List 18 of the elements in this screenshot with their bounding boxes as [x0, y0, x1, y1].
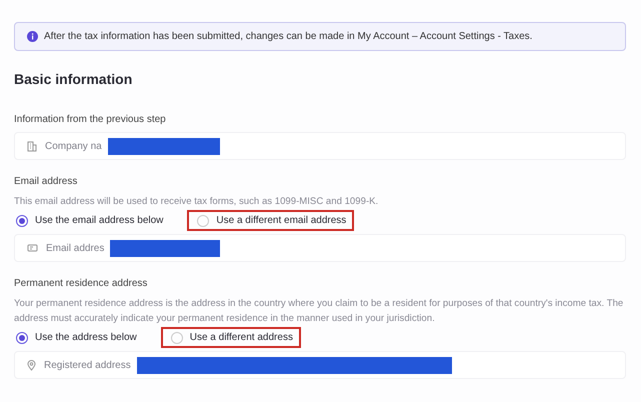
info-icon [27, 31, 38, 42]
group-title: Information from the previous step [14, 113, 167, 127]
input-field[interactable]: Registered address [14, 351, 626, 379]
info-text: After the tax information has been submitted, changes can be made in My Account – Account Settings - Taxes. [44, 30, 532, 44]
highlighted-radio-option[interactable]: Use a different address [160, 327, 301, 348]
description-text: Your permanent residence address is the address in the country where you claim to be a resident for purposes of that country's income tax. The address must accurately indicate your permanent residence in the manner used in your jurisdiction. [14, 297, 624, 326]
input-field[interactable]: Company na [14, 132, 626, 160]
highlighted-radio-option[interactable]: Use a different email address [187, 210, 354, 231]
radio-option[interactable]: Use the address below [14, 327, 145, 348]
section-title: Basic information [14, 70, 134, 89]
input-field[interactable]: Email addres [14, 234, 626, 262]
card-icon [27, 243, 38, 253]
location-pin-icon [27, 360, 36, 370]
description-text: This email address will be used to receive tax forms, such as 1099-MISC and 1099-K. [14, 195, 380, 209]
building-icon [27, 140, 37, 152]
group-title: Permanent residence address [14, 277, 148, 291]
radio-option[interactable]: Use the email address below [14, 210, 172, 231]
group-title: Email address [14, 175, 78, 189]
